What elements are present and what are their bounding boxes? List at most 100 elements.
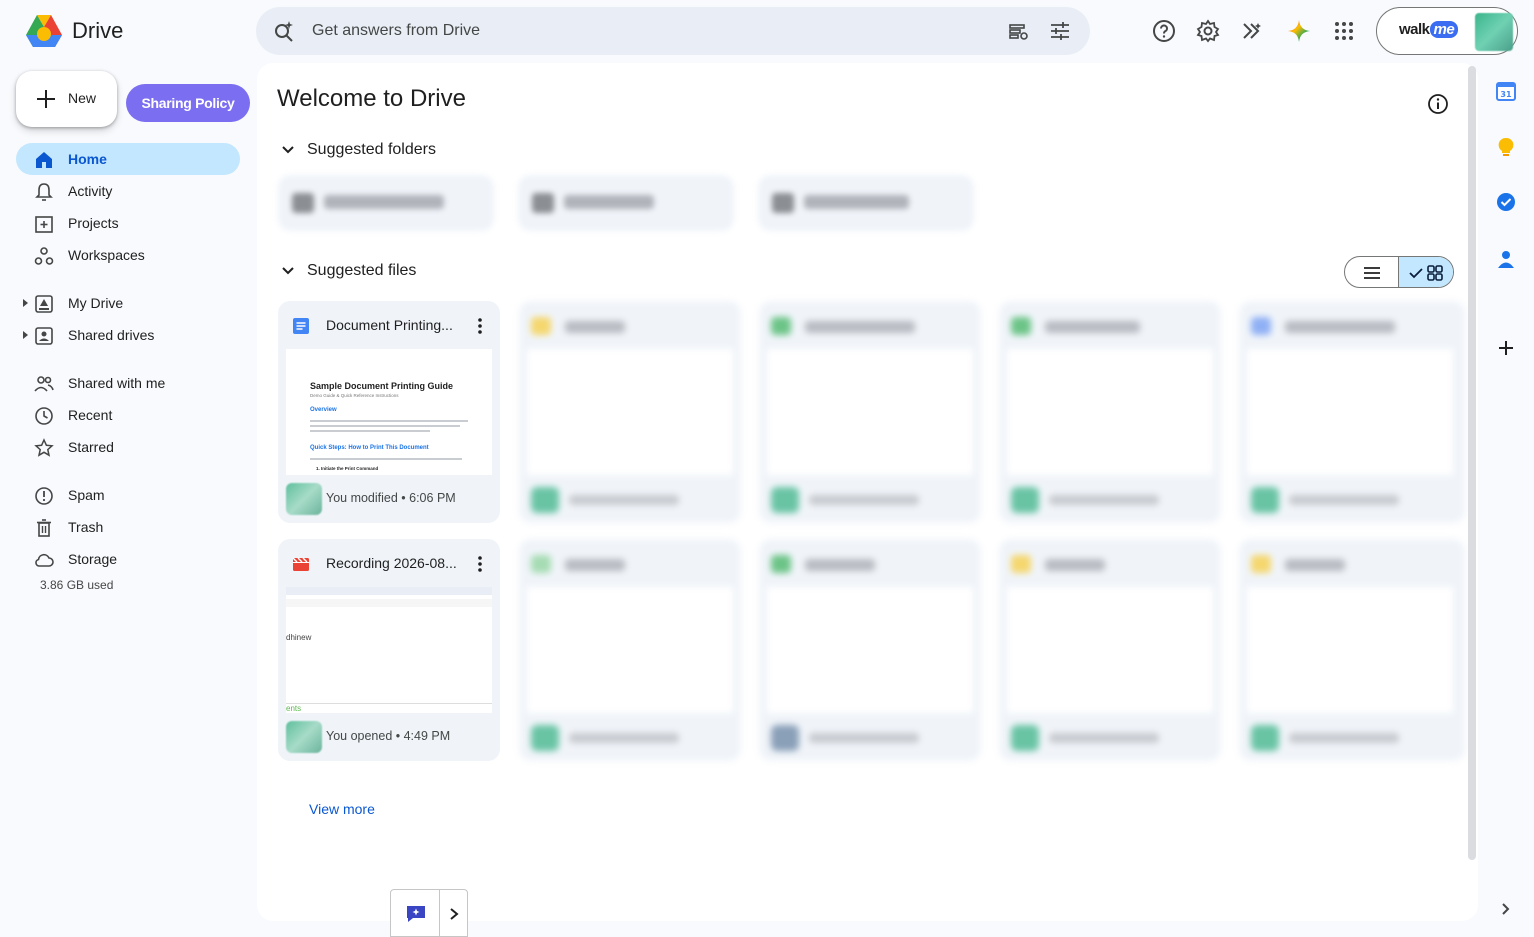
suggested-folders-header[interactable]: Suggested folders (277, 139, 436, 161)
preview-heading: Overview (310, 407, 337, 413)
new-button-label: New (68, 90, 97, 106)
video-file-icon (292, 557, 309, 571)
svg-text:31: 31 (1500, 90, 1512, 99)
owner-avatar (286, 721, 322, 753)
account-switcher[interactable]: walk me (1376, 7, 1518, 55)
preview-heading: Quick Steps: How to Print This Document (310, 445, 429, 451)
preview-text: dhinew (286, 633, 312, 642)
star-icon (34, 438, 54, 457)
file-card-recording[interactable]: Recording 2026-08... dhinew ents You ope… (278, 539, 500, 761)
file-card-blurred[interactable] (1239, 539, 1465, 761)
file-name: Document Printing... (326, 317, 453, 333)
file-card-blurred[interactable] (999, 301, 1221, 523)
gemini-features-icon[interactable] (1240, 19, 1264, 43)
grid-view-button[interactable] (1399, 257, 1453, 287)
sidebar-item-activity[interactable]: Activity (16, 175, 240, 207)
view-toggle (1344, 256, 1454, 288)
file-thumbnail[interactable]: Sample Document Printing Guide Demo Guid… (286, 349, 492, 475)
app-header: Drive Get answers from Drive walk me (0, 0, 1534, 62)
info-icon[interactable] (1427, 93, 1449, 115)
chevron-right-icon[interactable] (447, 906, 461, 922)
list-view-button[interactable] (1345, 257, 1400, 287)
view-more-link[interactable]: View more (309, 801, 375, 817)
shared-drives-icon (35, 327, 53, 345)
sidebar-item-home[interactable]: Home (16, 143, 240, 175)
owner-avatar (286, 483, 322, 515)
people-icon (34, 376, 54, 392)
help-icon[interactable] (1152, 19, 1176, 43)
sidebar-item-workspaces[interactable]: Workspaces (16, 239, 240, 271)
file-card-blurred[interactable] (1239, 301, 1465, 523)
chat-sparkle-icon[interactable] (405, 904, 427, 924)
sidebar-item-projects[interactable]: Projects (16, 207, 240, 239)
file-card-document[interactable]: Document Printing... Sample Document Pri… (278, 301, 500, 523)
gemini-star-icon[interactable] (1287, 19, 1311, 43)
feedback-widget (390, 889, 468, 937)
file-card-blurred[interactable] (519, 301, 741, 523)
search-sparkle-icon (275, 21, 293, 42)
sidebar-item-shared-with-me[interactable]: Shared with me (16, 367, 240, 399)
scrollbar[interactable] (1468, 66, 1476, 860)
sidebar-item-spam[interactable]: Spam (16, 479, 240, 511)
filter-sliders-icon[interactable] (1048, 19, 1072, 43)
sidebar-item-my-drive[interactable]: My Drive (16, 287, 240, 319)
add-plus-icon[interactable] (1495, 337, 1517, 359)
home-icon (36, 152, 52, 168)
chevron-down-icon (282, 146, 294, 154)
my-drive-icon (35, 295, 53, 313)
search-options-icon[interactable] (1006, 19, 1030, 43)
expand-caret-icon[interactable] (20, 329, 30, 341)
trash-icon (37, 519, 51, 537)
chevron-down-icon (282, 267, 294, 275)
bell-icon (35, 183, 53, 201)
plus-icon (37, 90, 55, 108)
apps-grid-icon[interactable] (1332, 19, 1356, 43)
folder-card[interactable] (758, 175, 974, 231)
sidebar-item-shared-drives[interactable]: Shared drives (16, 319, 240, 351)
drive-logo[interactable]: Drive (24, 13, 123, 49)
checkmark-icon (1409, 268, 1423, 279)
file-card-blurred[interactable] (999, 539, 1221, 761)
avatar[interactable] (1475, 13, 1513, 51)
preview-footer: ents (286, 703, 492, 713)
contacts-icon[interactable] (1495, 248, 1517, 270)
tasks-check-icon[interactable] (1495, 191, 1517, 213)
search-input[interactable] (312, 15, 992, 47)
file-activity: You opened • 4:49 PM (326, 729, 451, 743)
projects-icon (35, 216, 53, 233)
file-thumbnail[interactable]: dhinew ents (286, 587, 492, 713)
walkme-logo: walk me (1399, 21, 1459, 38)
search-bar[interactable] (256, 7, 1090, 55)
google-docs-icon (293, 318, 309, 334)
sidebar-item-storage[interactable]: Storage (16, 543, 240, 575)
calendar-icon[interactable]: 31 (1495, 80, 1517, 102)
page-title: Welcome to Drive (277, 85, 466, 112)
sidebar-item-trash[interactable]: Trash (16, 511, 240, 543)
sharing-policy-button[interactable]: Sharing Policy (126, 84, 250, 122)
file-name: Recording 2026-08... (326, 555, 457, 571)
folder-card[interactable] (278, 175, 494, 231)
sidebar-item-starred[interactable]: Starred (16, 431, 240, 463)
chevron-right-icon[interactable] (1495, 898, 1517, 920)
preview-title: Sample Document Printing Guide (310, 381, 454, 391)
spam-icon (35, 487, 53, 505)
file-activity: You modified • 6:06 PM (326, 491, 456, 505)
list-icon (1363, 267, 1380, 279)
cloud-icon (35, 553, 54, 567)
preview-subtitle: Demo Guide & Quick Reference Instruction… (310, 393, 399, 398)
app-name: Drive (72, 18, 124, 43)
expand-caret-icon[interactable] (20, 297, 30, 309)
more-vert-icon[interactable] (472, 554, 488, 574)
keep-bulb-icon[interactable] (1495, 136, 1517, 158)
file-card-blurred[interactable] (759, 301, 981, 523)
preview-step: 1. Initiate the Print Command (316, 466, 379, 471)
settings-gear-icon[interactable] (1196, 19, 1220, 43)
new-button[interactable]: New (16, 71, 117, 127)
suggested-files-header[interactable]: Suggested files (277, 260, 416, 282)
file-card-blurred[interactable] (759, 539, 981, 761)
folder-card[interactable] (518, 175, 734, 231)
more-vert-icon[interactable] (472, 316, 488, 336)
file-card-blurred[interactable] (519, 539, 741, 761)
grid-icon (1427, 265, 1443, 281)
sidebar-item-recent[interactable]: Recent (16, 399, 240, 431)
